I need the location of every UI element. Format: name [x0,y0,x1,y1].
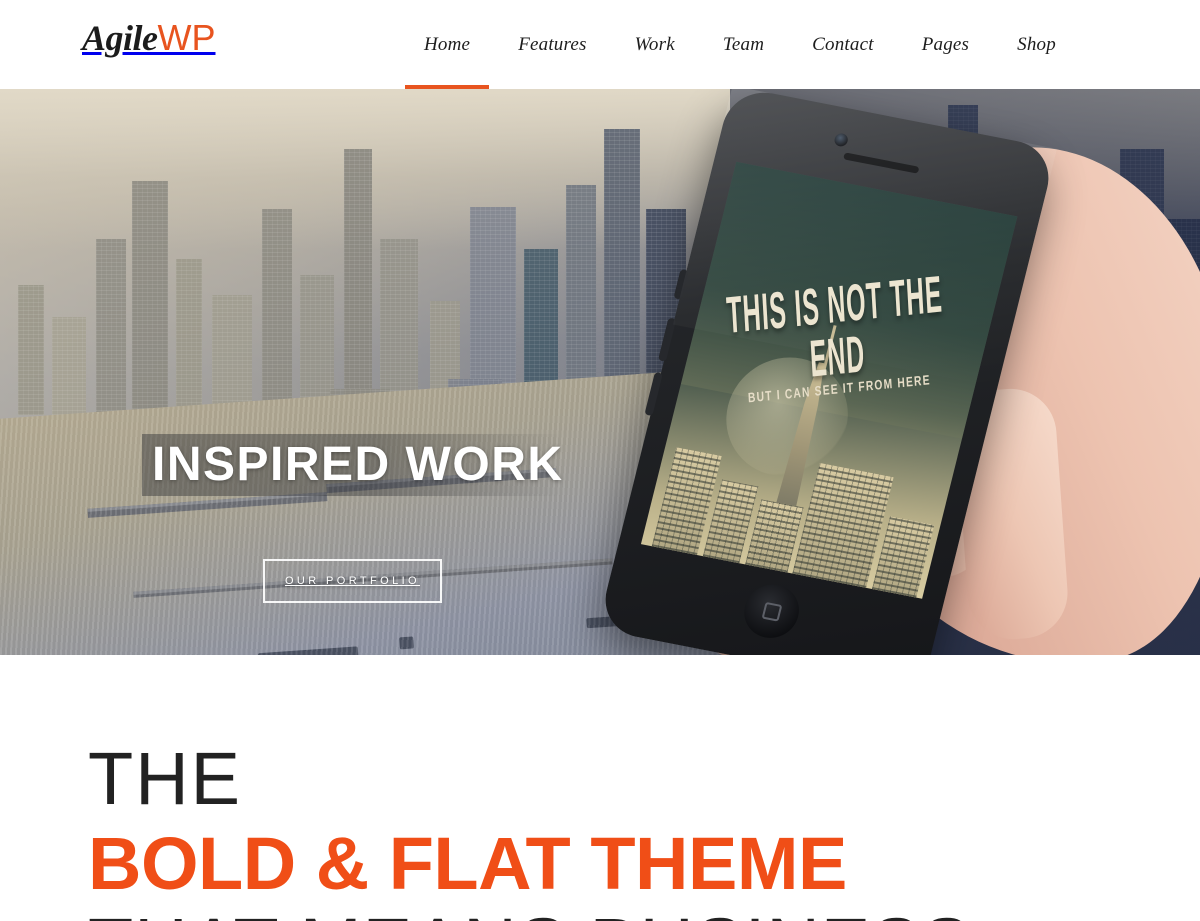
intro-line-1: THE [88,737,242,820]
intro-heading-block: THE BOLD & FLAT THEME THAT MEANS BUSINES… [88,741,972,921]
nav-item-team[interactable]: Team [699,0,788,89]
logo-accent-text: WP [157,17,216,58]
phone-volume-up-button [657,317,677,362]
home-square-icon [761,601,783,622]
phone-volume-down-button [644,371,663,417]
nav-label: Team [722,33,765,55]
phone-screen: THIS IS NOT THE END BUT I CAN SEE IT FRO… [640,161,1018,599]
nav-label: Features [518,33,587,55]
nav-label: Contact [812,33,874,55]
nav-item-features[interactable]: Features [494,0,610,89]
nav-item-home[interactable]: Home [400,0,494,89]
screen-building-graphic [871,516,935,598]
hero-section: THIS IS NOT THE END BUT I CAN SEE IT FRO… [0,89,1200,655]
phone-speaker-graphic [843,152,920,174]
hero-title: INSPIRED WORK [152,438,564,491]
nav-label: Pages [921,33,970,55]
phone-side-button [673,269,689,300]
phone-home-button [738,579,805,643]
nav-label: Home [424,33,471,55]
nav-label: Shop [1017,33,1056,55]
nav-label: Work [634,33,675,55]
page-root: AgileWP Home Features Work Team Contact … [0,0,1200,921]
intro-line-3: THAT MEANS BUSINESS [88,905,972,921]
site-header: AgileWP Home Features Work Team Contact … [0,0,1200,89]
logo-primary-text: Agile [82,18,158,58]
our-portfolio-button-label: OUR PORTFOLIO [284,575,421,587]
intro-section: THE BOLD & FLAT THEME THAT MEANS BUSINES… [0,655,1200,921]
nav-item-work[interactable]: Work [611,0,699,89]
site-logo[interactable]: AgileWP [82,17,216,58]
nav-item-pages[interactable]: Pages [898,0,993,89]
nav-item-contact[interactable]: Contact [788,0,898,89]
hand-holding-phone-graphic: THIS IS NOT THE END BUT I CAN SEE IT FRO… [597,89,1200,655]
main-navigation: Home Features Work Team Contact Pages Sh… [400,0,1080,89]
our-portfolio-button[interactable]: OUR PORTFOLIO [263,559,442,603]
boat-graphic [257,646,359,655]
intro-line-2: BOLD & FLAT THEME [88,822,847,905]
nav-item-shop[interactable]: Shop [993,0,1080,89]
boat-graphic [399,636,414,650]
phone-camera-icon [833,132,850,148]
